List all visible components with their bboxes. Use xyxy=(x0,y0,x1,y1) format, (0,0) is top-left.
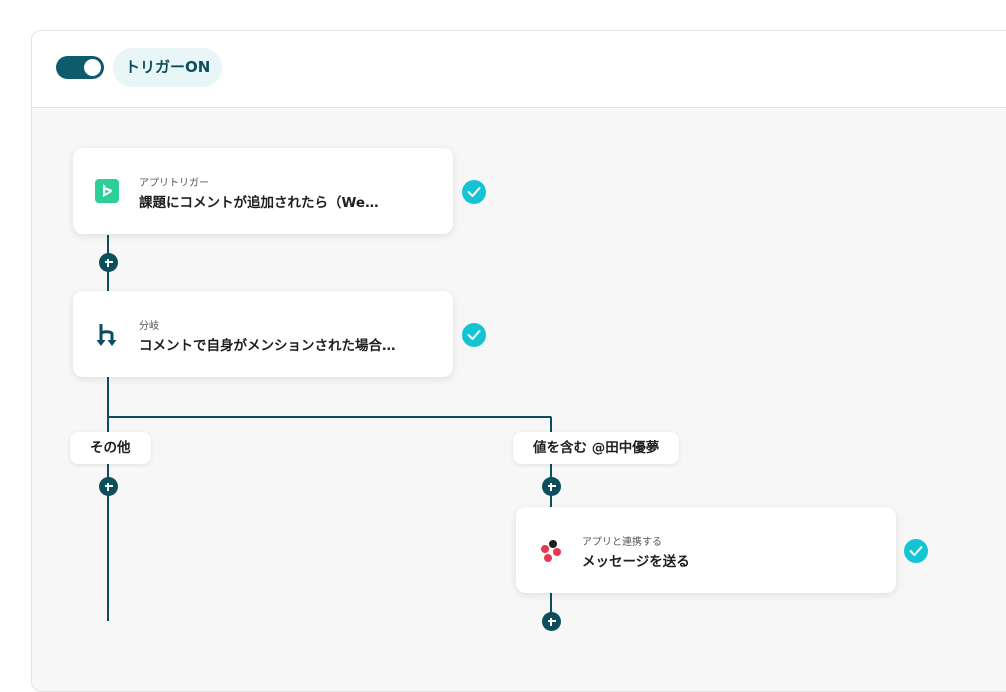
step-complete-check-icon xyxy=(462,180,486,204)
flow-editor-panel: トリガーON アプリトリガー 課題にコメントが追加されたら（We… 分岐 コメン… xyxy=(31,30,1006,692)
connector-line xyxy=(107,377,109,621)
trigger-toggle[interactable] xyxy=(56,56,104,79)
step-title: コメントで自身がメンションされた場合… xyxy=(139,338,396,354)
branch-label-contains[interactable]: 値を含む @田中優夢 xyxy=(513,432,680,464)
branch-connector-line xyxy=(107,416,551,418)
step-complete-check-icon xyxy=(904,539,928,563)
step-title: メッセージを送る xyxy=(582,554,690,570)
backlog-logo-icon xyxy=(95,179,121,205)
add-step-button[interactable] xyxy=(542,477,561,496)
add-step-button[interactable] xyxy=(99,477,118,496)
branch-label-other[interactable]: その他 xyxy=(70,432,151,464)
branch-icon xyxy=(95,322,121,348)
add-step-button[interactable] xyxy=(542,612,561,631)
step-kicker: 分岐 xyxy=(139,321,159,332)
connector-line xyxy=(550,593,552,613)
step-kicker: アプリと連携する xyxy=(582,537,662,548)
branch-step-card[interactable]: 分岐 コメントで自身がメンションされた場合… xyxy=(73,291,453,377)
step-title: 課題にコメントが追加されたら（We… xyxy=(139,195,379,211)
trigger-status-label: トリガーON xyxy=(113,48,223,87)
step-kicker: アプリトリガー xyxy=(139,178,209,189)
send-message-step-card[interactable]: アプリと連携する メッセージを送る xyxy=(516,507,896,593)
toggle-knob xyxy=(84,59,101,76)
add-step-button[interactable] xyxy=(99,253,118,272)
chatwork-logo-icon xyxy=(538,538,564,564)
flow-header: トリガーON xyxy=(32,31,1006,108)
trigger-step-card[interactable]: アプリトリガー 課題にコメントが追加されたら（We… xyxy=(73,148,453,234)
step-complete-check-icon xyxy=(462,323,486,347)
